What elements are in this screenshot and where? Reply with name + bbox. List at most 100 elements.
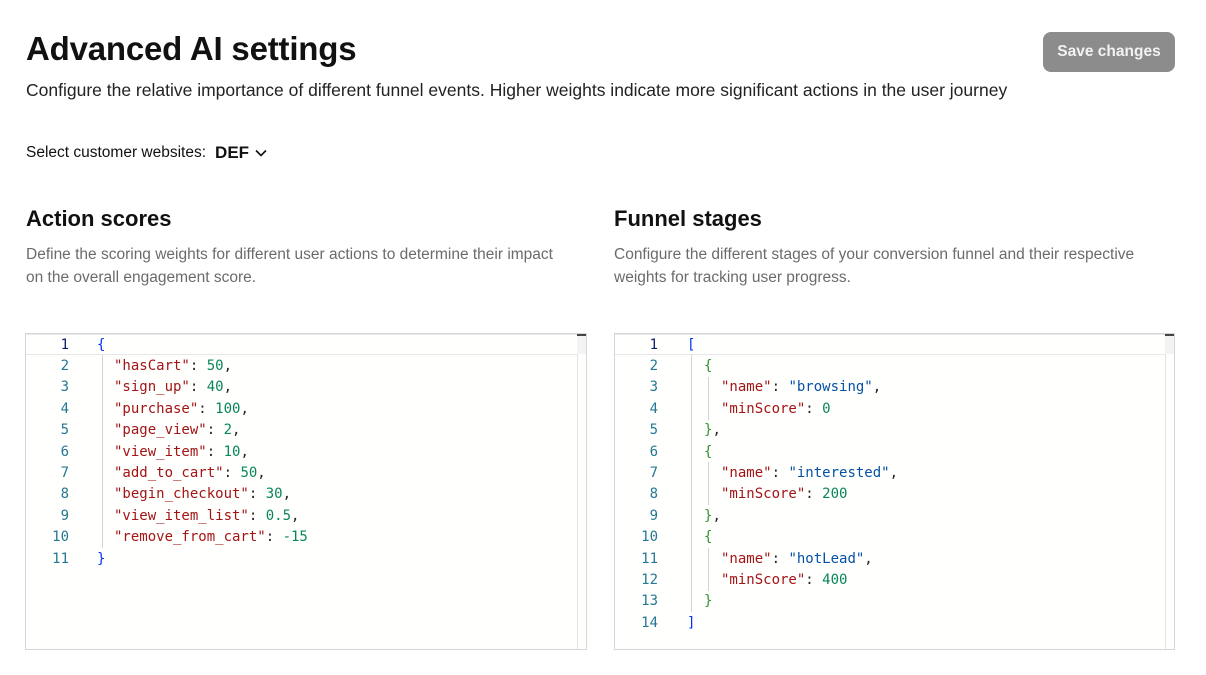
json-colon: : (805, 400, 823, 417)
json-key: "minScore" (721, 572, 806, 589)
code-line[interactable]: 11 "name": "hotLead", (615, 548, 873, 569)
indent-guide (708, 548, 709, 591)
json-comma: , (864, 550, 873, 567)
code-line[interactable]: 7 "add_to_cart": 50, (26, 462, 266, 483)
funnel-stages-description: Configure the different stages of your c… (614, 243, 1184, 289)
code-line[interactable]: 5 "page_view": 2, (26, 420, 241, 441)
json-key: "page_view" (114, 422, 207, 439)
json-key: "add_to_cart" (114, 465, 224, 482)
code-text: }, (704, 508, 721, 524)
save-changes-button[interactable]: Save changes (1043, 32, 1175, 72)
action-scores-json-editor[interactable]: 1{2 "hasCart": 50, 3 "sign_up": 40, 4 "purcha… (25, 333, 587, 650)
settings-page: Advanced AI settings Configure the relat… (0, 0, 1206, 675)
json-key: "hasCart" (114, 358, 190, 375)
site-select-value[interactable]: DEF (215, 143, 249, 163)
editor-scrollbar[interactable] (577, 334, 578, 649)
line-number: 5 (60, 422, 69, 439)
code-text: "page_view": 2, (114, 422, 240, 438)
json-colon: : (189, 379, 207, 396)
json-comma: , (223, 358, 233, 375)
funnel-stages-json-editor[interactable]: 1[2{3 "name": "browsing", 4 "minScore": 0 5}… (614, 333, 1175, 650)
code-line[interactable]: 1{ (26, 334, 106, 355)
json-number: 0.5 (265, 507, 292, 524)
json-comma: , (232, 422, 241, 439)
line-number: 6 (649, 443, 658, 460)
json-open-brace: { (704, 443, 713, 460)
line-number: 4 (60, 400, 69, 417)
code-text: "remove_from_cart": -15 (114, 529, 308, 545)
json-comma: , (712, 422, 721, 439)
json-colon: : (206, 422, 224, 439)
code-line[interactable]: 6{ (615, 441, 713, 462)
json-colon: : (198, 400, 216, 417)
active-line-highlight (26, 334, 577, 355)
customer-website-selector[interactable]: Select customer websites: DEF (26, 143, 267, 163)
indent-guide (708, 462, 709, 506)
action-scores-description: Define the scoring weights for different… (26, 243, 586, 289)
json-key: "minScore" (721, 486, 806, 503)
json-number: 10 (223, 443, 241, 460)
code-line[interactable]: 10 "remove_from_cart": -15 (26, 527, 308, 548)
code-line[interactable]: 9}, (615, 505, 721, 526)
code-line[interactable]: 8 "begin_checkout": 30, (26, 484, 291, 505)
code-line[interactable]: 3 "sign_up": 40, (26, 377, 232, 398)
line-number: 10 (641, 529, 658, 546)
code-line[interactable]: 7 "name": "interested", (615, 462, 898, 483)
json-comma: , (291, 507, 300, 524)
json-key: "name" (721, 550, 772, 567)
line-number: 12 (641, 572, 658, 589)
code-line[interactable]: 2{ (615, 355, 713, 376)
code-line[interactable]: 14] (615, 612, 695, 633)
code-line[interactable]: 9 "view_item_list": 0.5, (26, 505, 300, 526)
code-text: { (97, 337, 105, 353)
code-text: ] (687, 615, 695, 631)
code-line[interactable]: 11} (26, 548, 105, 569)
json-string: "interested" (788, 465, 890, 482)
line-number: 11 (52, 550, 69, 567)
chevron-down-icon[interactable] (255, 149, 267, 157)
json-number: 0 (822, 400, 831, 417)
action-scores-title: Action scores (26, 206, 172, 231)
line-number: 10 (52, 529, 69, 546)
json-colon: : (265, 529, 283, 546)
line-number: 2 (649, 358, 658, 375)
code-text: { (704, 444, 712, 460)
json-colon: : (223, 465, 241, 482)
code-line[interactable]: 12 "minScore": 400 (615, 569, 847, 590)
editor-scrollbar[interactable] (1165, 334, 1166, 649)
code-line[interactable]: 2 "hasCart": 50, (26, 355, 232, 376)
json-close-brace: } (97, 550, 106, 567)
code-line[interactable]: 8 "minScore": 200 (615, 484, 848, 505)
code-text: "minScore": 200 (721, 486, 847, 502)
scrollbar-thumb[interactable] (577, 336, 586, 354)
code-line[interactable]: 13} (615, 591, 712, 612)
code-line[interactable]: 6 "view_item": 10, (26, 441, 249, 462)
code-line[interactable]: 4 "purchase": 100, (26, 398, 249, 419)
indent-guide (708, 376, 709, 420)
json-comma: , (240, 400, 249, 417)
code-text: }, (704, 422, 721, 438)
code-line[interactable]: 10 { (615, 527, 712, 548)
json-comma: , (872, 379, 882, 396)
indent-guide (691, 355, 692, 613)
json-number: 100 (215, 400, 241, 417)
line-number: 8 (60, 486, 69, 503)
line-number: 13 (641, 593, 658, 610)
code-line[interactable]: 4 "minScore": 0 (615, 398, 831, 419)
action-scores-desc-line2: on the overall engagement score. (26, 269, 257, 286)
json-number: 2 (223, 422, 233, 439)
json-colon: : (771, 379, 789, 396)
code-text: "view_item_list": 0.5, (114, 508, 299, 524)
line-number: 1 (60, 336, 69, 353)
code-line[interactable]: 5}, (615, 420, 721, 441)
code-text: "name": "hotLead", (721, 551, 873, 567)
json-key: "purchase" (114, 400, 199, 417)
active-line-highlight (615, 334, 1165, 355)
json-colon: : (206, 443, 224, 460)
code-line[interactable]: 3 "name": "browsing", (615, 377, 882, 398)
scrollbar-thumb[interactable] (1165, 336, 1174, 354)
json-key: "remove_from_cart" (114, 529, 266, 546)
code-line[interactable]: 1[ (615, 334, 696, 355)
json-key: "view_item_list" (114, 507, 249, 524)
line-number: 1 (649, 336, 658, 353)
